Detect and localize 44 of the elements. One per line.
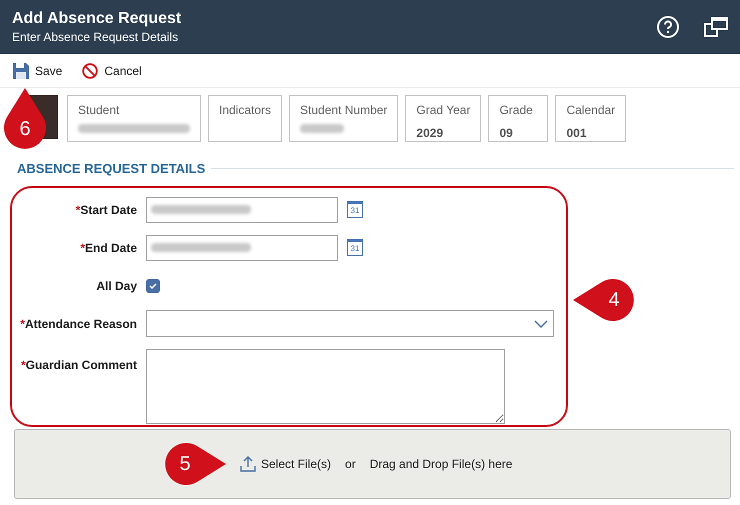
card-label: Student (78, 102, 120, 119)
callout-marker: 5 (163, 442, 227, 486)
save-icon (13, 62, 29, 78)
card-value: 2029 (416, 125, 444, 142)
chevron-down-icon (534, 320, 548, 328)
select-files-link[interactable]: Select File(s) (239, 454, 332, 472)
field-label: Guardian Comment (26, 356, 137, 374)
card-value: 09 (499, 125, 514, 142)
calendar-button[interactable]: 31 (347, 201, 363, 218)
field-label: End Date (84, 240, 137, 256)
required-mark: * (20, 316, 25, 332)
upload-icon (239, 454, 257, 472)
callout-marker: 4 (572, 278, 636, 322)
window-title: Add Absence Request (12, 9, 182, 29)
checkbox[interactable] (146, 278, 160, 292)
card-label: Calendar (566, 102, 616, 119)
field-label: Attendance Reason (24, 316, 137, 332)
card-label: Grad Year (416, 102, 470, 119)
card-label: Student Number (300, 102, 388, 119)
card-label: Indicators (219, 102, 272, 119)
date-field[interactable] (146, 196, 338, 222)
field-label: Start Date (80, 202, 137, 218)
callout-marker: 6 (3, 87, 47, 151)
section-heading: ABSENCE REQUEST DETAILS (17, 160, 206, 178)
cancel-icon (82, 62, 98, 78)
calendar-button[interactable]: 31 (347, 239, 363, 256)
date-field[interactable] (146, 234, 338, 260)
dropdown-field[interactable] (146, 310, 554, 337)
comment-field[interactable] (146, 348, 505, 424)
separator-text: or (345, 456, 356, 472)
save-button[interactable]: Save (13, 62, 62, 80)
card-value: 001 (566, 125, 588, 142)
card-label: Grade (499, 102, 534, 119)
required-mark: * (76, 202, 80, 218)
drop-hint: Drag and Drop File(s) here (370, 456, 512, 472)
required-mark: * (80, 240, 85, 256)
required-mark: * (20, 356, 26, 374)
help-icon[interactable] (656, 15, 680, 39)
window-subtitle: Enter Absence Request Details (12, 29, 180, 45)
cancel-button[interactable]: Cancel (82, 62, 142, 80)
field-label: All Day (96, 278, 137, 294)
upload-area[interactable]: 5 Select File(s) or Drag and Drop File(s) here (14, 428, 731, 498)
check-icon (148, 280, 158, 290)
windows-icon[interactable] (704, 16, 728, 38)
